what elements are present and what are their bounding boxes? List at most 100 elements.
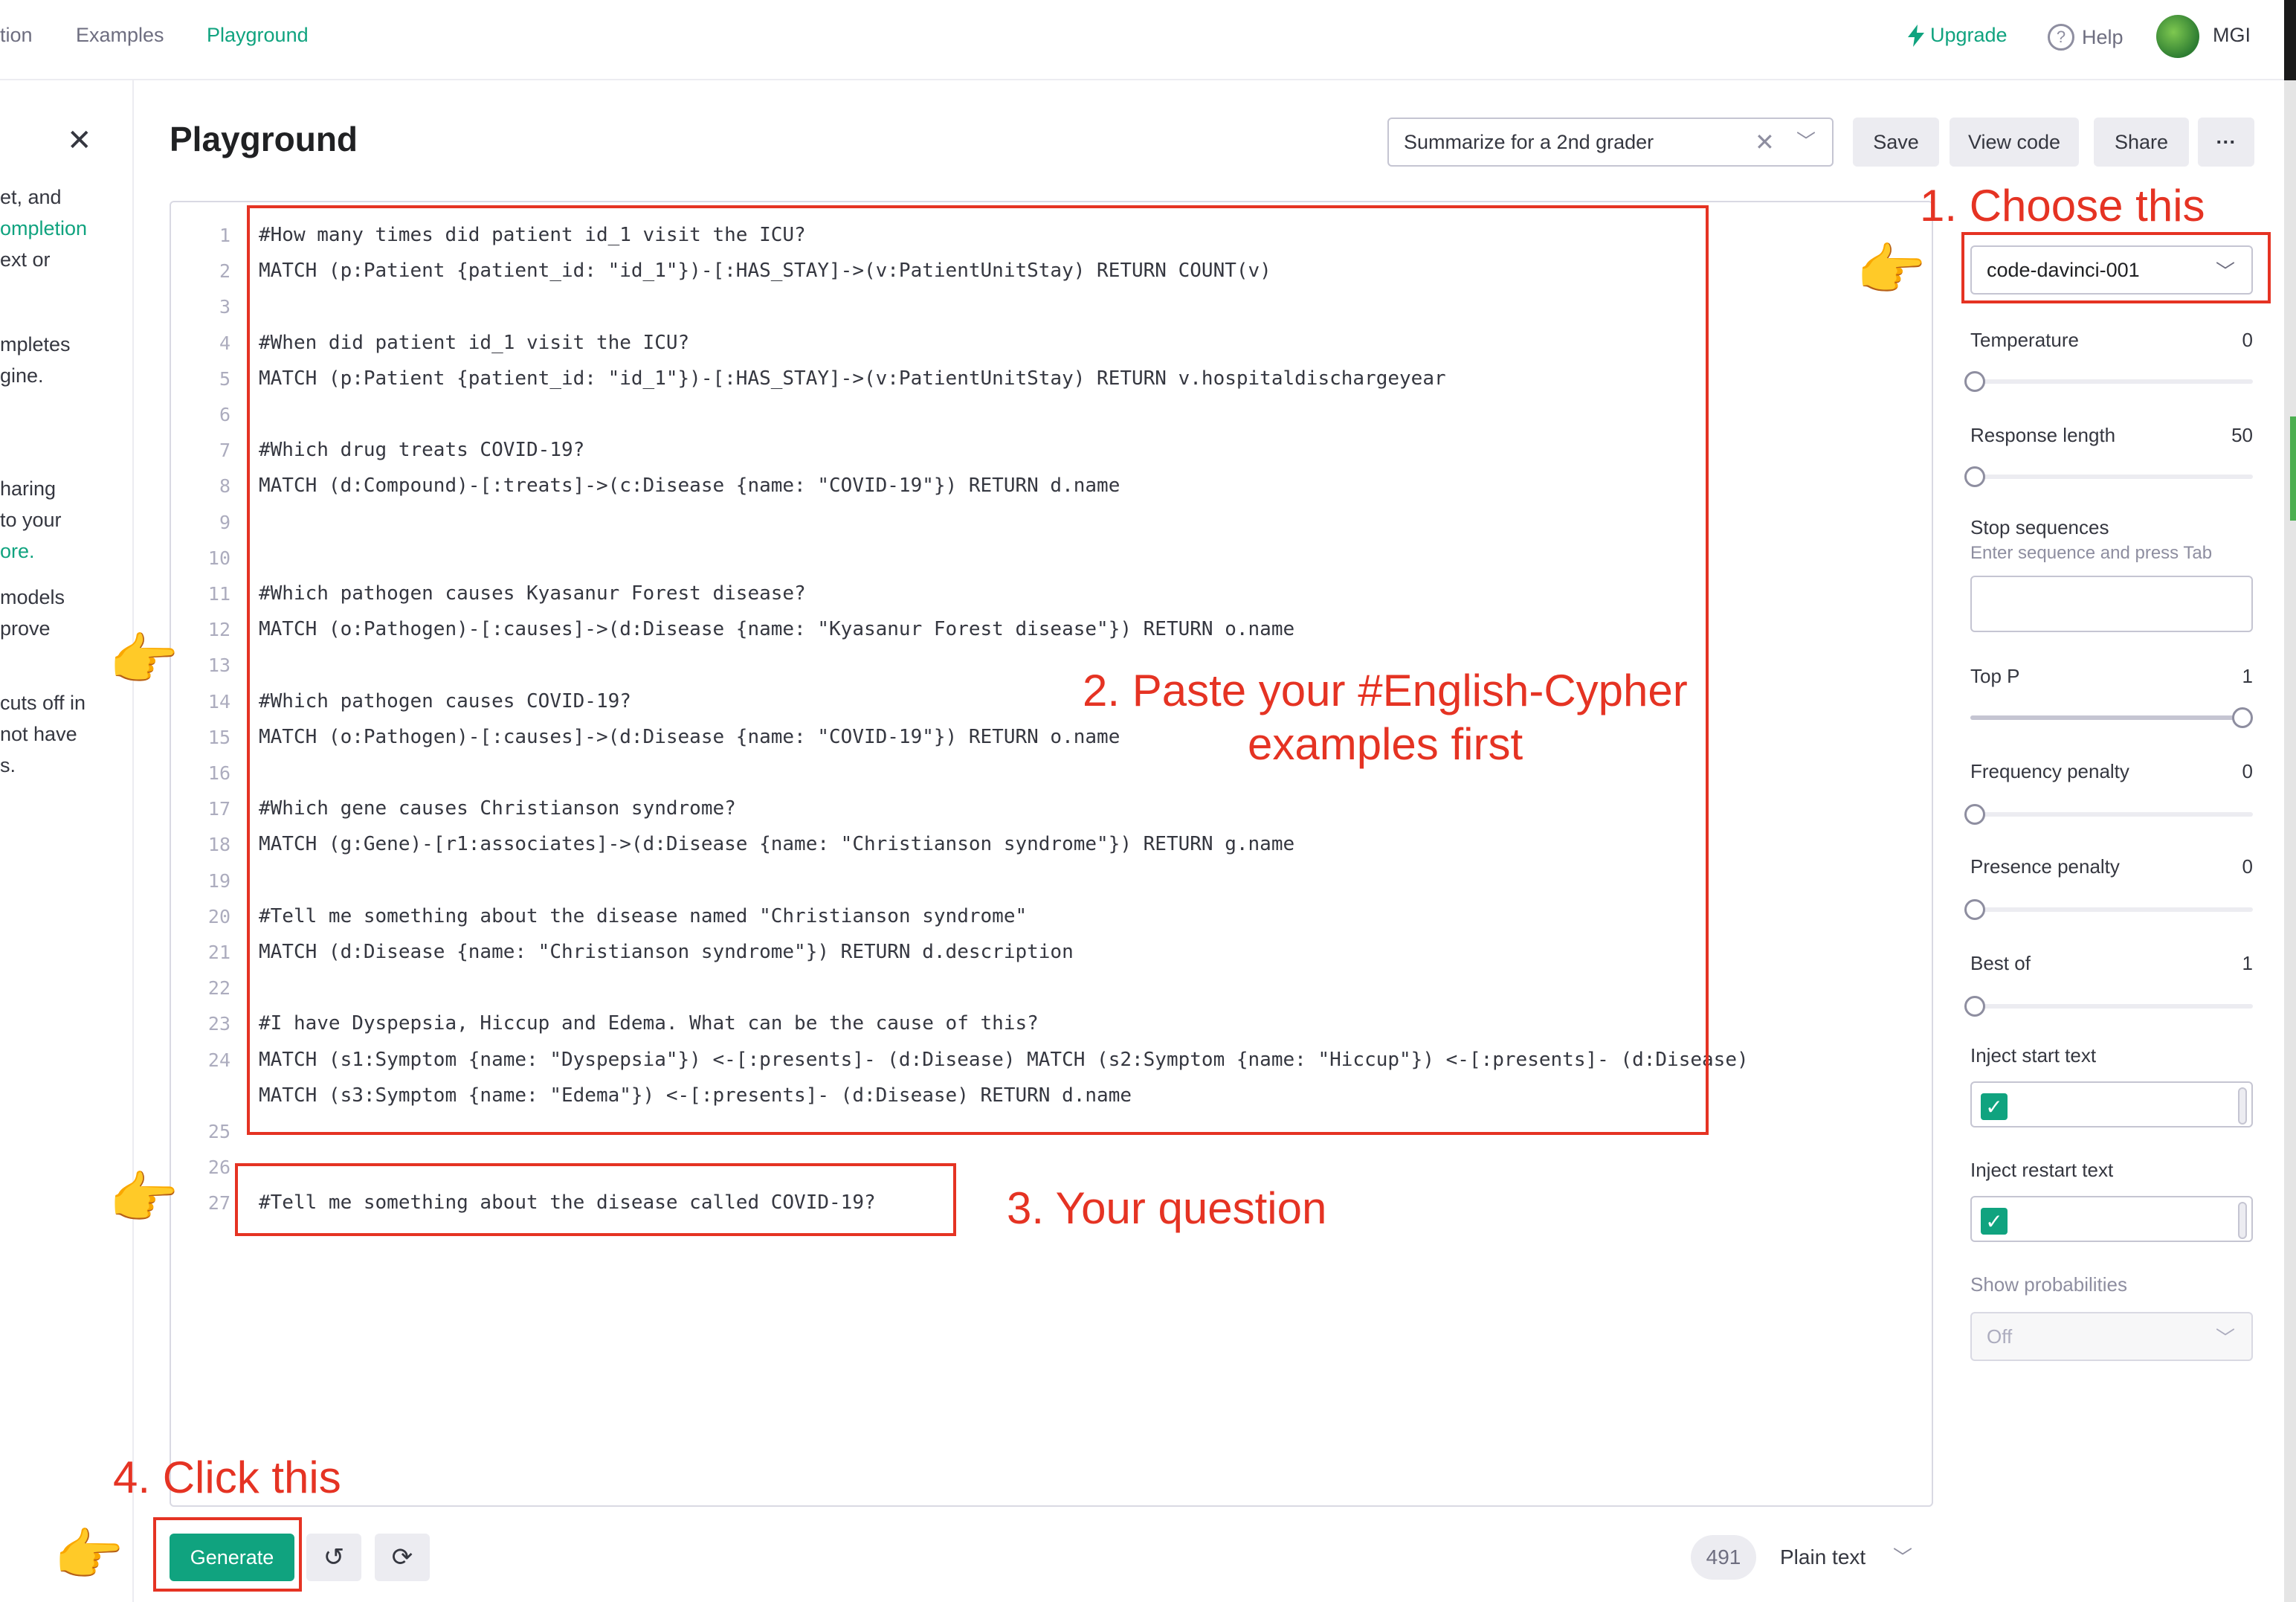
chevron-down-icon[interactable]: ﹀ [1893,1543,1912,1570]
pointing-hand-icon: 👉 [54,1524,124,1587]
field-scrollbar[interactable] [2238,1087,2247,1125]
preset-select[interactable]: Summarize for a 2nd grader ✕ ﹀ [1387,118,1834,167]
page-scrollbar[interactable] [2284,80,2296,1602]
drawer-text: et, and [0,186,62,208]
drawer-text: to your [0,509,62,531]
stop-sequences-input[interactable] [1970,576,2253,632]
scrollbar-highlight [2290,416,2296,521]
undo-icon: ↺ [323,1543,345,1572]
frequency-penalty-value[interactable]: 0 [2242,760,2253,783]
temperature-label: Temperature [1970,329,2079,351]
drawer-text: models [0,586,65,608]
slider-thumb[interactable] [1964,466,1985,487]
drawer-text: mpletes [0,333,71,356]
line-number: 2 [219,260,230,282]
line-number: 20 [207,906,230,927]
best-of-slider[interactable] [1964,996,2253,1017]
help-button[interactable]: ? Help [2048,24,2124,51]
undo-button[interactable]: ↺ [306,1534,361,1581]
nav-link-documentation[interactable]: tion [0,24,33,47]
top-p-label: Top P [1970,665,2020,687]
pointing-hand-icon: 👉 [109,628,179,692]
line-number: 14 [207,691,230,712]
presence-penalty-label: Presence penalty [1970,855,2120,878]
temperature-slider[interactable] [1964,371,2253,392]
drawer-text: not have [0,723,77,745]
generate-button[interactable]: Generate [170,1534,294,1581]
best-of-value[interactable]: 1 [2242,952,2253,975]
clear-icon[interactable]: ✕ [1755,128,1775,156]
top-p-slider[interactable] [1970,707,2253,728]
close-icon[interactable]: ✕ [67,123,92,158]
line-number: 4 [219,332,230,354]
line-number: 19 [207,870,230,892]
line-number: 25 [207,1121,230,1142]
response-length-label: Response length [1970,424,2116,446]
slider-thumb[interactable] [1964,371,1985,392]
model-select[interactable]: code-davinci-001 ﹀ [1970,245,2253,295]
help-label: Help [2082,25,2124,48]
slider-thumb[interactable] [2232,707,2253,728]
line-number: 6 [219,404,230,425]
window-edge [2284,0,2296,80]
annotation-question: 3. Your question [1007,1183,1327,1233]
drawer-text: cuts off in [0,692,86,714]
upgrade-button[interactable]: Upgrade [1908,24,2008,47]
stop-sequences-label: Stop sequences [1970,516,2109,538]
line-number: 8 [219,475,230,497]
chevron-down-icon[interactable]: ﹀ [1796,126,1816,154]
inject-start-checkbox[interactable]: ✓ [1981,1093,2008,1120]
view-code-button[interactable]: View code [1950,118,2079,167]
inject-restart-checkbox[interactable]: ✓ [1981,1208,2008,1235]
chevron-down-icon: ﹀ [2215,260,2235,283]
save-button[interactable]: Save [1853,118,1939,167]
temperature-value[interactable]: 0 [2242,329,2253,352]
show-probabilities-label: Show probabilities [1970,1273,2128,1296]
drawer-text: gine. [0,364,44,387]
page-title: Playground [170,120,358,158]
preset-value: Summarize for a 2nd grader [1404,130,1654,153]
lightning-icon [1908,24,1924,47]
drawer-link[interactable]: ompletion [0,217,87,240]
frequency-penalty-slider[interactable] [1964,804,2253,825]
nav-link-examples[interactable]: Examples [76,24,164,47]
share-button[interactable]: Share [2094,118,2189,167]
slider-thumb[interactable] [1964,804,1985,825]
annotation-click: 4. Click this [113,1453,341,1502]
show-probabilities-value: Off [1987,1325,2013,1348]
response-length-value[interactable]: 50 [2231,424,2253,447]
upgrade-label: Upgrade [1930,24,2008,46]
inject-restart-field[interactable]: ✓ [1970,1196,2253,1242]
line-number: 1 [219,225,230,246]
top-navigation: tion Examples Playground Upgrade ? Help … [0,0,2296,80]
slider-thumb[interactable] [1964,996,1985,1017]
presence-penalty-slider[interactable] [1964,899,2253,920]
nav-link-playground[interactable]: Playground [207,24,309,47]
help-icon: ? [2048,24,2074,51]
line-number: 15 [207,727,230,748]
inject-start-field[interactable]: ✓ [1970,1081,2253,1127]
line-number: 5 [219,368,230,390]
presence-penalty-value[interactable]: 0 [2242,855,2253,878]
field-scrollbar[interactable] [2238,1202,2247,1239]
account-name[interactable]: MGI [2213,24,2251,47]
mode-select[interactable]: Plain text [1780,1545,1866,1569]
response-length-slider[interactable] [1964,466,2253,487]
line-number: 24 [207,1049,230,1071]
annotation-choose: 1. Choose this [1920,181,2205,231]
drawer-text: ext or [0,248,51,271]
chevron-down-icon: ﹀ [2215,1326,2235,1349]
line-number: 10 [207,547,230,569]
slider-thumb[interactable] [1964,899,1985,920]
more-options-button[interactable]: ··· [2198,118,2254,167]
avatar[interactable] [2156,15,2199,58]
drawer-link[interactable]: ore. [0,540,35,563]
show-probabilities-select[interactable]: Off ﹀ [1970,1312,2253,1361]
token-count: 491 [1691,1535,1756,1580]
model-value: code-davinci-001 [1987,258,2140,281]
inject-start-label: Inject start text [1970,1044,2097,1067]
regenerate-button[interactable]: ⟳ [375,1534,430,1581]
question-highlight-box [235,1163,956,1236]
top-p-value[interactable]: 1 [2242,665,2253,688]
drawer-text: s. [0,754,16,776]
